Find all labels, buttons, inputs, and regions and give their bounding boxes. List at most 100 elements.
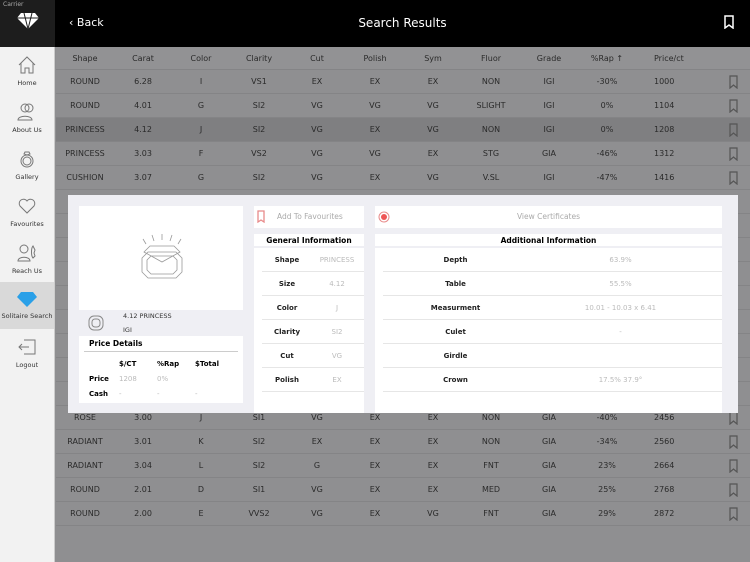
cash-rap: - bbox=[157, 389, 160, 398]
bookmark-icon[interactable] bbox=[729, 434, 738, 449]
table-cell: V.SL bbox=[482, 173, 500, 182]
sidebar-item-solitaire-search[interactable]: Solitaire Search bbox=[0, 282, 54, 329]
table-cell: L bbox=[198, 461, 204, 470]
column-header[interactable]: Sym bbox=[404, 54, 462, 63]
column-header[interactable]: Cut bbox=[288, 54, 346, 63]
table-cell: IGI bbox=[543, 173, 555, 182]
bookmark-icon[interactable] bbox=[729, 506, 738, 521]
bookmark-icon[interactable] bbox=[724, 15, 734, 29]
table-row[interactable]: PRINCESS 3.03 F VS2 VG VG EX STG GIA -46% 1312 bbox=[56, 142, 750, 166]
table-cell: -47% bbox=[596, 173, 618, 182]
info-row: Crown 17.5% 37.9° bbox=[383, 368, 722, 392]
bookmark-icon[interactable] bbox=[729, 170, 738, 185]
table-cell: SI2 bbox=[252, 437, 266, 446]
table-cell: EX bbox=[427, 485, 439, 494]
sidebar-item-favourites[interactable]: Favourites bbox=[0, 188, 54, 235]
table-cell: G bbox=[197, 101, 205, 110]
column-header[interactable]: Carat bbox=[114, 54, 172, 63]
certificate-icon bbox=[378, 211, 390, 223]
table-cell: ROUND bbox=[70, 485, 100, 494]
info-label: Shape bbox=[274, 255, 300, 264]
table-cell: RADIANT bbox=[67, 461, 103, 470]
sidebar-item-gallery[interactable]: Gallery bbox=[0, 141, 54, 188]
stone-summary: 4.12 PRINCESS IGI bbox=[79, 312, 243, 336]
table-row[interactable]: ROUND 2.01 D SI1 VG EX EX MED GIA 25% 2768 bbox=[56, 478, 750, 502]
table-cell: VG bbox=[311, 509, 323, 518]
view-certificates-button[interactable]: View Certificates bbox=[375, 206, 722, 228]
column-header[interactable]: %Rap ↑ bbox=[578, 54, 636, 63]
table-cell: 2872 bbox=[654, 509, 675, 518]
table-cell: 1000 bbox=[654, 77, 675, 86]
column-header[interactable]: Fluor bbox=[462, 54, 520, 63]
info-row: Size 4.12 bbox=[262, 272, 364, 296]
bookmark-icon[interactable] bbox=[729, 482, 738, 497]
table-cell: EX bbox=[427, 461, 439, 470]
column-header[interactable]: Clarity bbox=[230, 54, 288, 63]
column-header[interactable]: Grade bbox=[520, 54, 578, 63]
info-value: - bbox=[619, 327, 622, 336]
info-value: SI2 bbox=[331, 327, 343, 336]
sidebar-item-logout[interactable]: Logout bbox=[0, 329, 54, 376]
home-icon bbox=[18, 56, 36, 74]
heart-icon bbox=[18, 198, 36, 214]
table-cell: 2664 bbox=[654, 461, 675, 470]
add-favourites-label: Add To Favourites bbox=[277, 212, 343, 221]
table-cell: I bbox=[199, 77, 203, 86]
info-value: 4.12 bbox=[329, 279, 345, 288]
table-cell: VG bbox=[427, 509, 439, 518]
table-cell: VVS2 bbox=[248, 509, 270, 518]
table-cell: EX bbox=[311, 437, 323, 446]
page-title: Search Results bbox=[358, 16, 447, 30]
table-row[interactable]: PRINCESS 4.12 J SI2 VG EX VG NON IGI 0% 1208 bbox=[56, 118, 750, 142]
bookmark-icon[interactable] bbox=[729, 146, 738, 161]
add-to-favourites-button[interactable]: Add To Favourites bbox=[254, 206, 364, 228]
additional-information: Additional Information Depth 63.9% Table 55.… bbox=[375, 234, 722, 413]
sidebar-item-reach-us[interactable]: Reach Us bbox=[0, 235, 54, 282]
sidebar-label: Home bbox=[17, 79, 37, 87]
column-header[interactable]: Color bbox=[172, 54, 230, 63]
table-cell: 1416 bbox=[654, 173, 675, 182]
sidebar-item-about[interactable]: About Us bbox=[0, 94, 54, 141]
table-cell: IGI bbox=[543, 77, 555, 86]
column-header[interactable]: Price/ct bbox=[636, 54, 694, 63]
table-cell: -46% bbox=[596, 149, 618, 158]
info-label: Table bbox=[445, 279, 466, 288]
table-row[interactable]: CUSHION 3.07 G SI2 VG EX VG V.SL IGI -47% 1416 bbox=[56, 166, 750, 190]
table-cell: EX bbox=[369, 77, 381, 86]
bookmark-icon[interactable] bbox=[729, 74, 738, 89]
table-cell: 3.00 bbox=[134, 413, 152, 422]
bookmark-icon[interactable] bbox=[729, 122, 738, 137]
column-header[interactable]: Shape bbox=[56, 54, 114, 63]
price-details: Price Details $/CT %Rap $Total Price 1208 0%… bbox=[79, 336, 243, 403]
table-cell: EX bbox=[427, 149, 439, 158]
table-cell: E bbox=[198, 509, 204, 518]
users-icon bbox=[17, 103, 34, 121]
table-cell: ROUND bbox=[70, 77, 100, 86]
table-cell: GIA bbox=[541, 149, 557, 158]
table-cell: 25% bbox=[598, 485, 616, 494]
diamond-detail-popup: 4.12 PRINCESS IGI Price Details $/CT %Rap… bbox=[68, 195, 738, 413]
ring-icon bbox=[20, 151, 34, 168]
table-row[interactable]: RADIANT 3.01 K SI2 EX EX EX NON GIA -34% 2560 bbox=[56, 430, 750, 454]
table-row[interactable]: ROUND 2.00 E VVS2 VG EX VG FNT GIA 29% 2872 bbox=[56, 502, 750, 526]
table-cell: VG bbox=[427, 173, 439, 182]
bookmark-icon[interactable] bbox=[729, 458, 738, 473]
table-cell: ROUND bbox=[70, 509, 100, 518]
table-row[interactable]: RADIANT 3.04 L SI2 G EX EX FNT GIA 23% 2664 bbox=[56, 454, 750, 478]
table-row[interactable]: ROUND 4.01 G SI2 VG VG VG SLIGHT IGI 0% 1104 bbox=[56, 94, 750, 118]
bookmark-icon[interactable] bbox=[729, 98, 738, 113]
table-cell: VS1 bbox=[251, 77, 267, 86]
table-cell: EX bbox=[427, 437, 439, 446]
table-cell: EX bbox=[369, 413, 381, 422]
diamond-icon bbox=[17, 292, 37, 307]
table-cell: SLIGHT bbox=[476, 101, 506, 110]
section-heading: General Information bbox=[254, 234, 364, 248]
cash-total: - bbox=[195, 389, 198, 398]
info-label: Size bbox=[278, 279, 296, 288]
table-row[interactable]: ROUND 6.28 I VS1 EX EX EX NON IGI -30% 1000 bbox=[56, 70, 750, 94]
column-header[interactable]: Polish bbox=[346, 54, 404, 63]
info-label: Girdle bbox=[443, 351, 468, 360]
sidebar-item-home[interactable]: Home bbox=[0, 47, 54, 94]
info-row: Depth 63.9% bbox=[383, 248, 722, 272]
table-cell: VG bbox=[311, 125, 323, 134]
